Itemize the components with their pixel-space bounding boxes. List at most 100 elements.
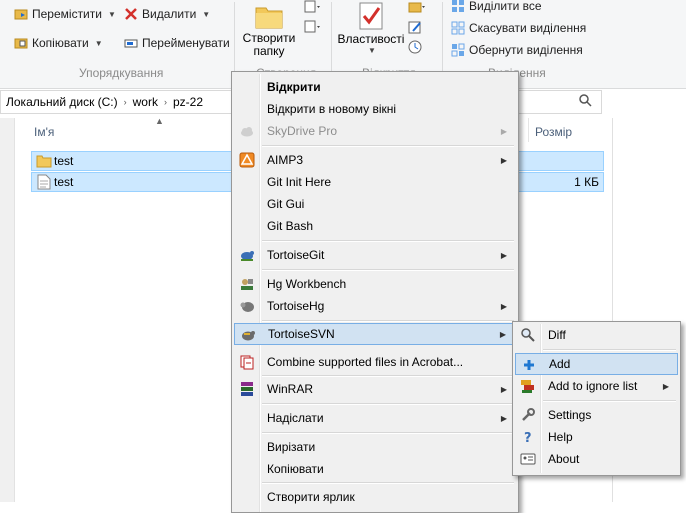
properties-label: Властивості [337, 32, 405, 46]
submenu-item-diff[interactable]: Diff [515, 324, 678, 346]
select-all-button[interactable]: Виділити все [451, 0, 542, 16]
menu-item-create-shortcut[interactable]: Створити ярлик [234, 486, 516, 508]
diff-magnifier-icon [520, 327, 536, 343]
menu-separator [262, 375, 514, 377]
organize-group-label: Упорядкування [79, 66, 164, 80]
chevron-down-icon: ▼ [368, 46, 376, 55]
delete-x-icon [124, 7, 138, 21]
menu-item-skydrive-pro[interactable]: SkyDrive Pro ▶ [234, 120, 516, 142]
menu-item-label: Вирізати [267, 440, 316, 454]
menu-item-open-new-window[interactable]: Відкрити в новому вікні [234, 98, 516, 120]
menu-separator [262, 482, 514, 484]
menu-item-label: Git Init Here [267, 175, 332, 189]
submenu-item-add[interactable]: Add [515, 353, 678, 375]
group-divider [442, 2, 443, 82]
breadcrumb-local-disk[interactable]: Локальний диск (C:) [6, 95, 118, 109]
select-none-icon [451, 21, 465, 35]
properties-check-icon [355, 0, 387, 32]
folder-icon [36, 154, 52, 171]
column-divider[interactable] [528, 118, 529, 142]
menu-item-git-gui[interactable]: Git Gui [234, 193, 516, 215]
copy-to-button[interactable]: Копіювати ▼ [14, 33, 103, 53]
ignore-list-icon [520, 378, 536, 394]
menu-item-label: TortoiseGit [267, 248, 325, 262]
history-icon[interactable] [408, 40, 426, 57]
search-icon[interactable] [578, 93, 592, 110]
add-plus-icon [521, 357, 537, 373]
menu-item-git-bash[interactable]: Git Bash [234, 215, 516, 237]
submenu-arrow-icon: ▶ [500, 250, 507, 260]
move-to-button[interactable]: Перемістити ▼ [14, 4, 116, 24]
select-none-label: Скасувати виділення [469, 21, 587, 35]
menu-item-combine-acrobat[interactable]: Combine supported files in Acrobat... [234, 351, 516, 373]
new-item-icon[interactable] [303, 0, 321, 17]
menu-item-label: Diff [548, 328, 566, 342]
select-none-button[interactable]: Скасувати виділення [451, 18, 586, 38]
menu-item-copy[interactable]: Копіювати [234, 458, 516, 480]
submenu-item-add-to-ignore[interactable]: Add to ignore list ▶ [515, 375, 678, 397]
breadcrumb-work[interactable]: work [133, 95, 158, 109]
menu-item-aimp3[interactable]: AIMP3 ▶ [234, 149, 516, 171]
navigation-pane [0, 118, 15, 502]
winrar-icon [239, 381, 255, 397]
rename-label: Перейменувати [142, 36, 230, 50]
help-question-icon: ? [520, 429, 536, 446]
submenu-arrow-icon: ▶ [500, 413, 507, 423]
menu-item-tortoisehg[interactable]: TortoiseHg ▶ [234, 295, 516, 317]
properties-button[interactable]: Властивості ▼ [336, 0, 406, 64]
breadcrumb-pz-22[interactable]: pz-22 [173, 95, 203, 109]
group-divider [331, 2, 332, 82]
menu-item-hg-workbench[interactable]: Hg Workbench [234, 273, 516, 295]
rename-button[interactable]: Перейменувати [124, 33, 230, 53]
tortoisehg-icon [239, 298, 255, 314]
column-header-name[interactable]: Ім'я [34, 125, 54, 139]
breadcrumb-chevron-icon[interactable]: › [164, 97, 167, 107]
menu-item-label: Копіювати [267, 462, 324, 476]
tortoisesvn-icon [240, 327, 256, 343]
acrobat-icon [239, 354, 255, 370]
invert-selection-icon [451, 43, 465, 57]
edit-icon[interactable] [408, 20, 426, 37]
delete-button[interactable]: Видалити ▼ [124, 4, 210, 24]
copy-folder-icon [14, 36, 28, 50]
menu-item-label: Settings [548, 408, 592, 422]
menu-item-label: WinRAR [267, 382, 314, 396]
menu-item-tortoisegit[interactable]: TortoiseGit ▶ [234, 244, 516, 266]
settings-wrench-icon [520, 407, 536, 423]
select-all-label: Виділити все [469, 0, 542, 13]
copy-to-label: Копіювати [32, 36, 89, 50]
file-size: 1 КБ [574, 175, 599, 189]
menu-item-git-init-here[interactable]: Git Init Here [234, 171, 516, 193]
column-header-size[interactable]: Розмір [535, 125, 572, 139]
submenu-item-help[interactable]: ? Help [515, 426, 678, 448]
menu-item-send-to[interactable]: Надіслати ▶ [234, 407, 516, 429]
submenu-item-settings[interactable]: Settings [515, 404, 678, 426]
menu-item-winrar[interactable]: WinRAR ▶ [234, 378, 516, 400]
menu-item-label: Git Gui [267, 197, 305, 211]
cloud-icon [239, 123, 255, 139]
new-folder-icon [253, 0, 285, 32]
submenu-item-about[interactable]: About [515, 448, 678, 470]
menu-item-label: TortoiseHg [267, 299, 325, 313]
menu-separator [262, 240, 514, 242]
menu-item-label: Combine supported files in Acrobat... [267, 355, 464, 369]
menu-item-tortoisesvn[interactable]: TortoiseSVN ▶ [234, 323, 516, 345]
menu-separator [262, 320, 514, 322]
new-folder-button[interactable]: Створити папку [240, 0, 298, 64]
menu-separator [262, 432, 514, 434]
submenu-arrow-icon: ▶ [499, 329, 506, 339]
submenu-arrow-icon: ▶ [500, 301, 507, 311]
open-icon[interactable] [408, 0, 426, 17]
submenu-arrow-icon: ▶ [662, 381, 669, 391]
breadcrumb-chevron-icon[interactable]: › [124, 97, 127, 107]
aimp-icon [239, 152, 255, 168]
chevron-down-icon: ▼ [202, 9, 211, 19]
about-card-icon [520, 451, 536, 467]
easy-access-icon[interactable] [303, 20, 321, 37]
menu-item-open[interactable]: Відкрити [234, 76, 516, 98]
new-folder-label: Створити папку [242, 31, 296, 58]
menu-separator [543, 400, 676, 402]
menu-item-cut[interactable]: Вирізати [234, 436, 516, 458]
invert-selection-button[interactable]: Обернути виділення [451, 40, 583, 60]
move-folder-icon [14, 7, 28, 21]
